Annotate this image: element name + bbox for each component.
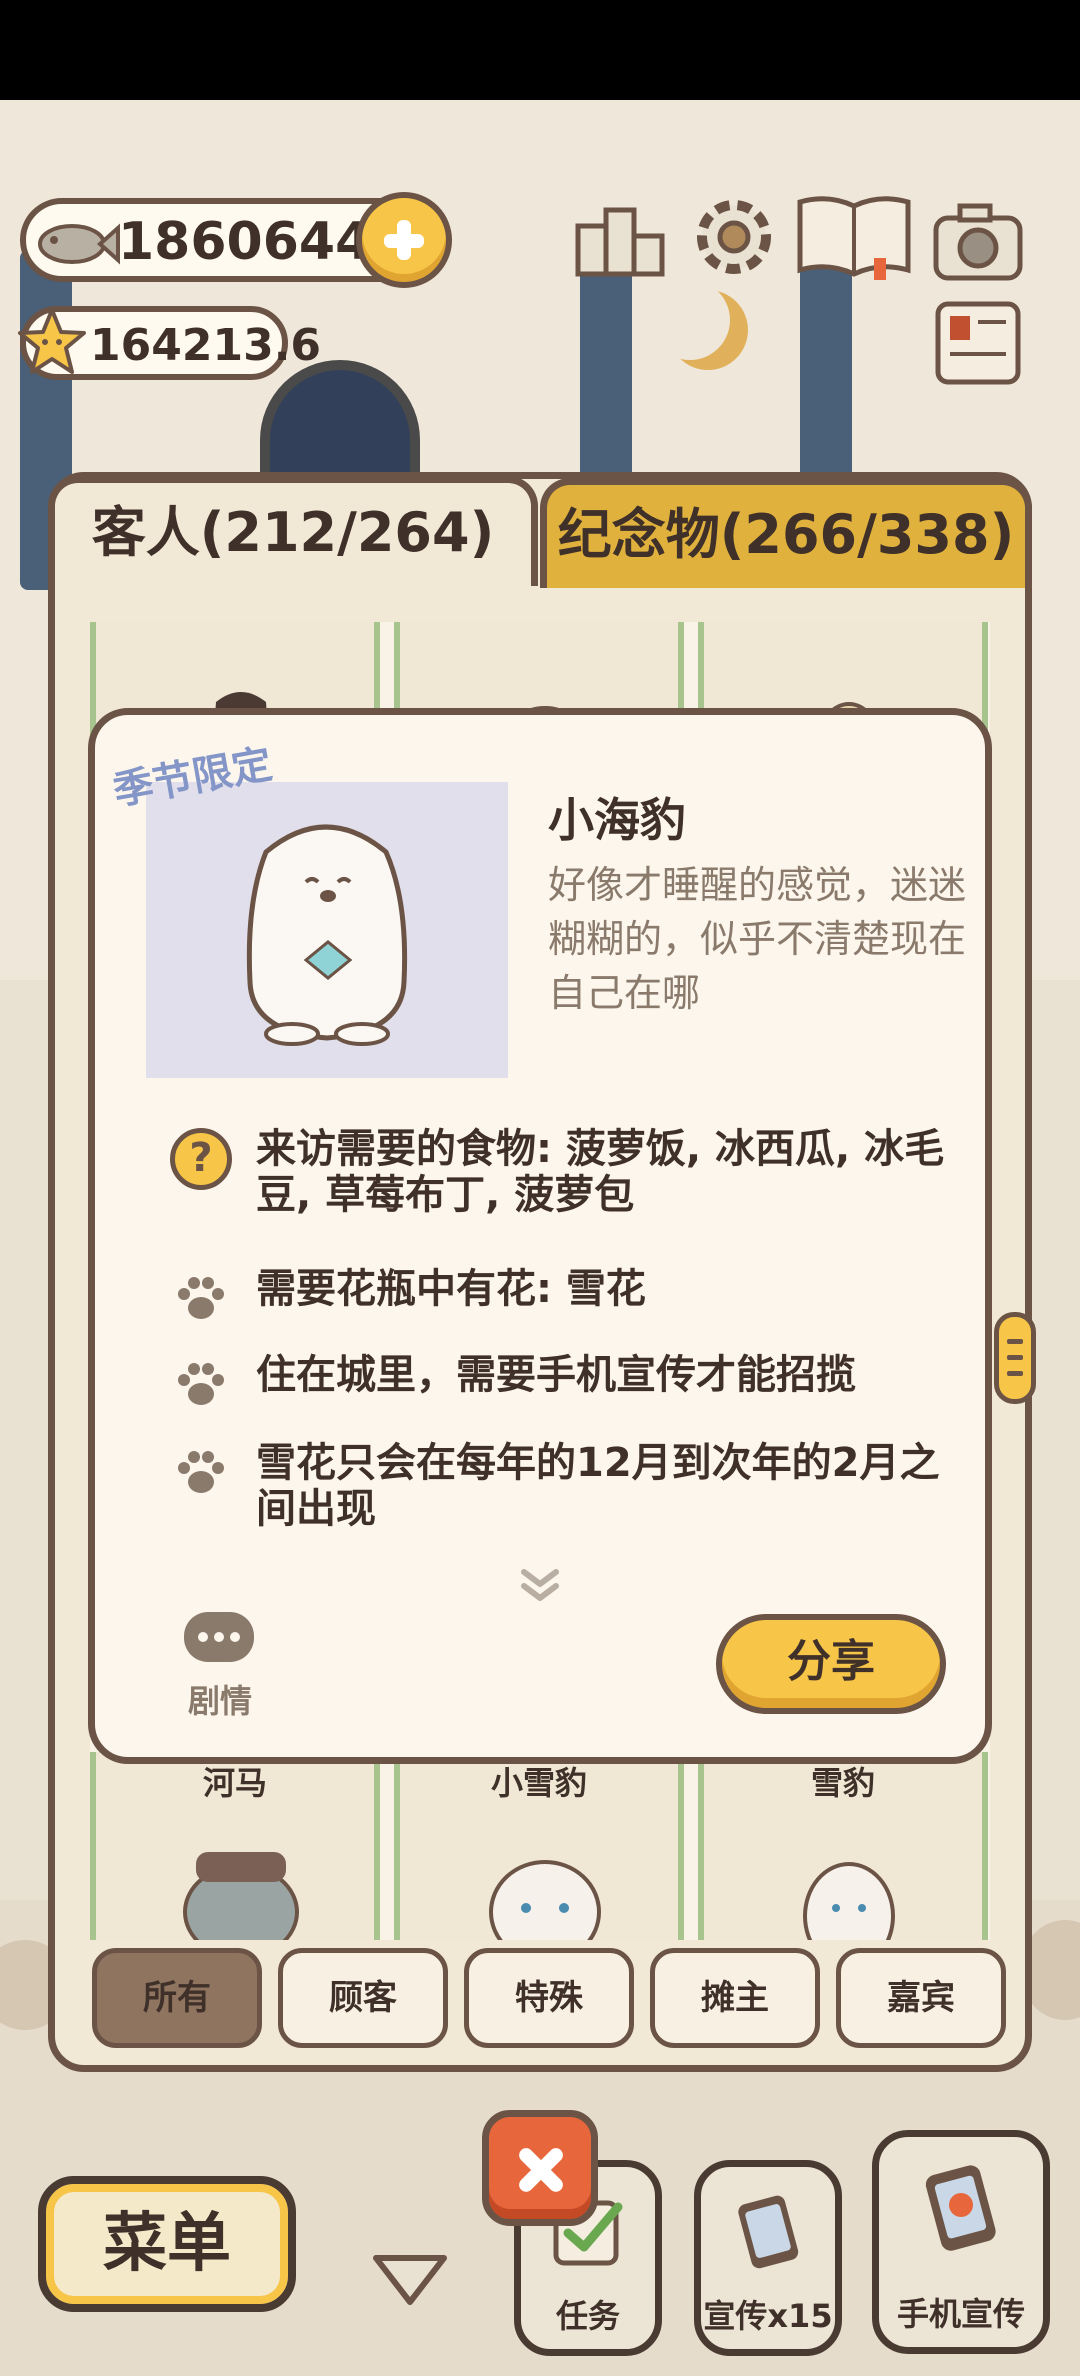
paw-icon — [178, 1363, 224, 1405]
filter-all[interactable]: 所有 — [92, 1948, 262, 2048]
settings-gear-icon[interactable] — [686, 192, 782, 282]
seal-portrait — [146, 782, 508, 1078]
phone-icon — [738, 2195, 799, 2269]
paw-icon — [178, 1451, 224, 1493]
filter-guests[interactable]: 嘉宾 — [836, 1948, 1006, 2048]
requirement-city: 住在城里，需要手机宣传才能招揽 — [170, 1352, 950, 1405]
chat-bubble-icon — [184, 1612, 254, 1662]
requirement-food: ? 来访需要的食物: 菠萝饭, 冰西瓜, 冰毛豆, 草莓布丁, 菠萝包 — [170, 1126, 950, 1222]
promo-button[interactable]: 宣传x15 — [694, 2160, 842, 2356]
snow-leopard-cub-portrait — [489, 1860, 601, 1940]
fish-icon — [38, 223, 120, 265]
seal-illustration — [246, 824, 408, 1046]
phone-promo-label: 手机宣传 — [896, 2295, 1025, 2333]
paw-icon — [178, 1277, 224, 1319]
ranking-icon[interactable] — [572, 196, 668, 286]
add-currency-button[interactable] — [356, 192, 452, 288]
camera-icon[interactable] — [930, 198, 1026, 288]
requirement-text: 住在城里，需要手机宣传才能招揽 — [256, 1352, 856, 1398]
filter-customers[interactable]: 顾客 — [278, 1948, 448, 2048]
requirement-text: 需要花瓶中有花: 雪花 — [256, 1266, 646, 1312]
snow-leopard-portrait — [803, 1862, 895, 1940]
guest-name: 小海豹 — [548, 793, 686, 847]
chevron-down-icon — [521, 1569, 559, 1601]
guest-description: 好像才睡醒的感觉，迷迷糊糊的，似乎不清楚现在自己在哪 — [548, 863, 967, 1015]
chevron-down-icon[interactable] — [370, 2250, 450, 2310]
menu-button[interactable]: 菜单 — [38, 2176, 296, 2312]
guest-book-icon[interactable] — [794, 192, 914, 282]
moon-decoration — [650, 280, 730, 360]
requirement-season: 雪花只会在每年的12月到次年的2月之间出现 — [170, 1440, 950, 1536]
story-label: 剧情 — [187, 1682, 252, 1720]
task-label: 任务 — [555, 2297, 620, 2335]
question-icon[interactable]: ? — [170, 1128, 232, 1190]
guest-card-name: 雪豹 — [810, 1764, 875, 1802]
requirement-flower: 需要花瓶中有花: 雪花 — [170, 1266, 950, 1319]
phone-promo-button[interactable]: 手机宣传 — [872, 2130, 1050, 2354]
hippo-portrait — [183, 1852, 299, 1940]
tab-souvenirs[interactable]: 纪念物(266/338) — [540, 478, 1032, 588]
filter-special[interactable]: 特殊 — [464, 1948, 634, 2048]
star-currency: 164213.6 — [18, 306, 321, 380]
requirement-text: 雪花只会在每年的12月到次年的2月之间出现 — [256, 1440, 940, 1532]
close-button[interactable] — [482, 2110, 598, 2226]
star-icon — [18, 308, 86, 374]
guest-card[interactable]: 小雪豹 — [394, 1752, 684, 1940]
guest-card-name: 河马 — [202, 1764, 267, 1802]
guest-card[interactable]: 河马 — [90, 1752, 380, 1940]
filter-vendors[interactable]: 摊主 — [650, 1948, 820, 2048]
share-button[interactable]: 分享 — [716, 1614, 946, 1714]
profile-card-icon[interactable] — [930, 298, 1026, 388]
phone-icon — [925, 2165, 996, 2251]
guest-card[interactable]: 雪豹 — [698, 1752, 988, 1940]
promo-label: 宣传x15 — [703, 2297, 833, 2335]
scrollbar-handle[interactable] — [994, 1312, 1036, 1404]
requirement-text: 来访需要的食物: 菠萝饭, 冰西瓜, 冰毛豆, 草莓布丁, 菠萝包 — [256, 1126, 945, 1218]
tab-guests[interactable]: 客人(212/264) — [48, 476, 538, 586]
story-button[interactable]: 剧情 — [180, 1612, 260, 1722]
guest-card-name: 小雪豹 — [490, 1764, 587, 1802]
status-bar — [0, 0, 1080, 100]
star-amount: 164213.6 — [90, 320, 322, 371]
